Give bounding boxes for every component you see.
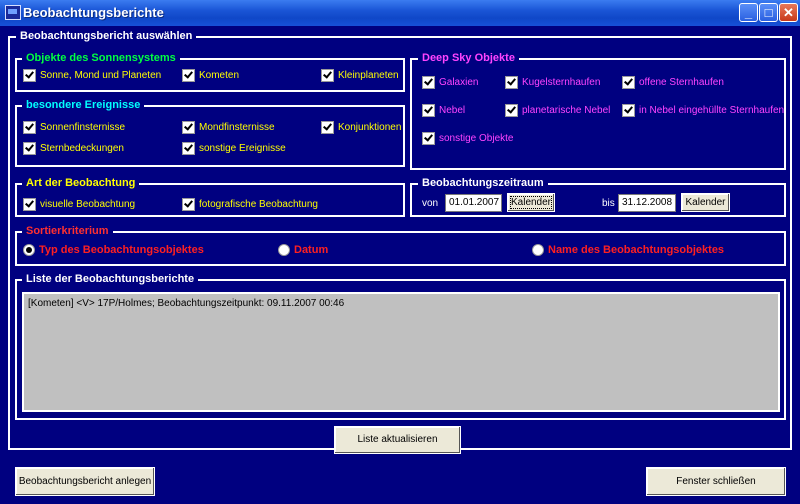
checkbox-icon[interactable] <box>321 121 334 134</box>
app-icon <box>5 5 21 20</box>
checkbox-icon[interactable] <box>622 76 635 89</box>
deep-sky-label: Deep Sky Objekte <box>418 52 519 64</box>
special-events-label: besondere Ereignisse <box>22 99 145 111</box>
refresh-list-button[interactable]: Liste aktualisieren <box>334 426 461 454</box>
checkbox-nebel[interactable]: Nebel <box>422 104 465 117</box>
radio-icon[interactable] <box>278 244 290 256</box>
radio-sort-name[interactable]: Name des Beobachtungsobjektes <box>532 244 724 257</box>
radio-sort-type[interactable]: Typ des Beobachtungsobjektes <box>23 244 204 257</box>
checkbox-sonne-mond-planeten[interactable]: Sonne, Mond und Planeten <box>23 69 161 82</box>
sort-label: Sortierkriterium <box>22 225 113 237</box>
create-report-button[interactable]: Beobachtungsbericht anlegen <box>15 467 155 496</box>
close-window-bottom-button[interactable]: Fenster schließen <box>646 467 786 496</box>
solar-system-label: Objekte des Sonnensystems <box>22 52 180 64</box>
checkbox-icon[interactable] <box>23 69 36 82</box>
report-listbox[interactable]: [Kometen] <V> 17P/Holmes; Beobachtungsze… <box>22 292 780 412</box>
report-list-label: Liste der Beobachtungsberichte <box>22 273 199 285</box>
period-label: Beobachtungszeitraum <box>418 177 548 189</box>
checkbox-konjunktionen[interactable]: Konjunktionen <box>321 121 401 134</box>
checkbox-offene-sternhaufen[interactable]: offene Sternhaufen <box>622 76 724 89</box>
window-title: Beobachtungsberichte <box>23 5 164 20</box>
close-window-button[interactable]: ✕ <box>779 3 798 22</box>
checkbox-icon[interactable] <box>182 121 195 134</box>
title-bar: Beobachtungsberichte _ □ ✕ <box>0 0 800 26</box>
checkbox-galaxien[interactable]: Galaxien <box>422 76 478 89</box>
checkbox-visuelle-beobachtung[interactable]: visuelle Beobachtung <box>23 198 135 211</box>
checkbox-icon[interactable] <box>182 69 195 82</box>
checkbox-kleinplaneten[interactable]: Kleinplaneten <box>321 69 399 82</box>
checkbox-icon[interactable] <box>23 198 36 211</box>
from-date-input[interactable]: 01.01.2007 <box>445 194 502 212</box>
checkbox-icon[interactable] <box>622 104 635 117</box>
checkbox-sonnenfinsternisse[interactable]: Sonnenfinsternisse <box>23 121 125 134</box>
checkbox-nebel-sternhaufen[interactable]: in Nebel eingehüllte Sternhaufen <box>622 104 784 117</box>
from-calendar-button[interactable]: Kalender <box>507 193 555 212</box>
report-selection-label: Beobachtungsbericht auswählen <box>16 30 197 42</box>
special-events-group <box>15 105 405 167</box>
checkbox-icon[interactable] <box>505 104 518 117</box>
to-date-input[interactable]: 31.12.2008 <box>618 194 676 212</box>
to-calendar-button[interactable]: Kalender <box>681 193 730 212</box>
from-label: von <box>422 198 439 209</box>
observation-type-label: Art der Beobachtung <box>22 177 140 189</box>
radio-icon[interactable] <box>23 244 35 256</box>
checkbox-icon[interactable] <box>422 132 435 145</box>
to-label: bis <box>602 198 615 209</box>
checkbox-icon[interactable] <box>23 142 36 155</box>
checkbox-icon[interactable] <box>422 104 435 117</box>
minimize-button[interactable]: _ <box>739 3 758 22</box>
checkbox-mondfinsternisse[interactable]: Mondfinsternisse <box>182 121 275 134</box>
radio-sort-date[interactable]: Datum <box>278 244 328 257</box>
checkbox-icon[interactable] <box>321 69 334 82</box>
checkbox-icon[interactable] <box>505 76 518 89</box>
maximize-button[interactable]: □ <box>759 3 778 22</box>
checkbox-planetarische-nebel[interactable]: planetarische Nebel <box>505 104 610 117</box>
list-item[interactable]: [Kometen] <V> 17P/Holmes; Beobachtungsze… <box>28 298 344 309</box>
checkbox-sternbedeckungen[interactable]: Sternbedeckungen <box>23 142 124 155</box>
radio-icon[interactable] <box>532 244 544 256</box>
checkbox-sonstige-objekte[interactable]: sonstige Objekte <box>422 132 514 145</box>
checkbox-fotografische-beobachtung[interactable]: fotografische Beobachtung <box>182 198 318 211</box>
checkbox-icon[interactable] <box>182 142 195 155</box>
checkbox-kometen[interactable]: Kometen <box>182 69 239 82</box>
checkbox-icon[interactable] <box>422 76 435 89</box>
checkbox-icon[interactable] <box>23 121 36 134</box>
checkbox-icon[interactable] <box>182 198 195 211</box>
checkbox-kugelsternhaufen[interactable]: Kugelsternhaufen <box>505 76 600 89</box>
checkbox-sonstige-ereignisse[interactable]: sonstige Ereignisse <box>182 142 286 155</box>
